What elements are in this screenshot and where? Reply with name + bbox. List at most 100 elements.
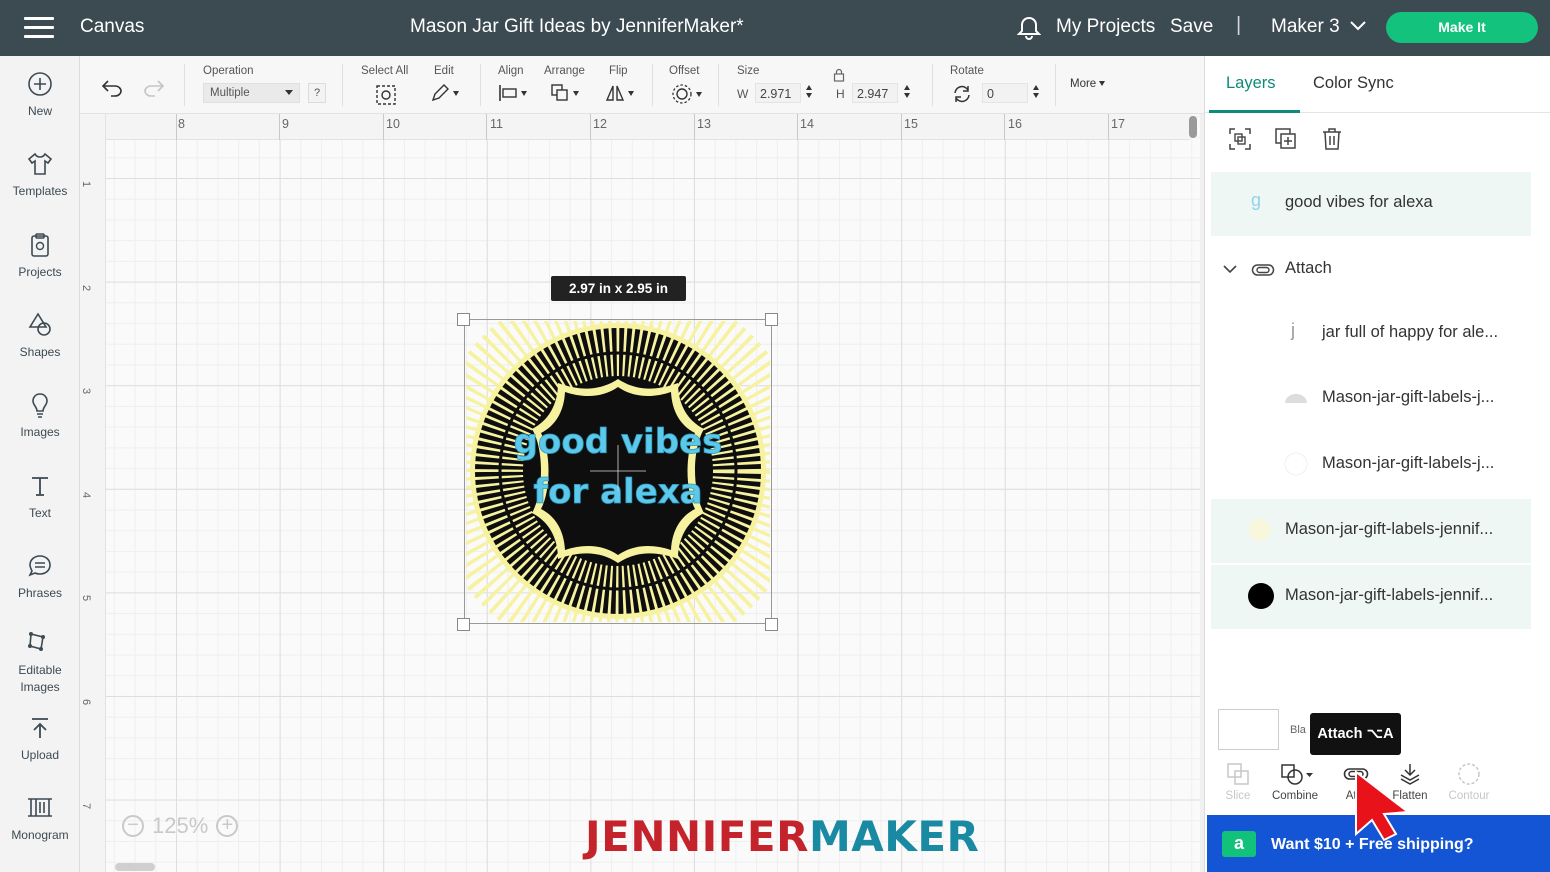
- arrange-menu[interactable]: [550, 83, 579, 103]
- brand-part-2: MAKER: [808, 812, 980, 861]
- ruler-tick: [797, 114, 798, 140]
- upload-icon: [32, 718, 48, 738]
- more-menu[interactable]: More: [1070, 78, 1106, 90]
- toolbar-divider: [932, 64, 933, 106]
- sidebar-item-upload[interactable]: Upload: [0, 714, 80, 762]
- trash-icon[interactable]: [1320, 127, 1344, 151]
- help-button[interactable]: ?: [308, 83, 326, 103]
- select-all-label: Select All: [361, 65, 409, 77]
- rotate-stepper[interactable]: [1033, 85, 1041, 101]
- speech-bubble-icon: [28, 555, 51, 577]
- sidebar-item-projects[interactable]: Projects: [0, 231, 80, 279]
- sidebar-item-phrases[interactable]: Phrases: [0, 552, 80, 600]
- toolbar-divider: [480, 64, 481, 106]
- sidebar-item-label: Images: [20, 425, 60, 439]
- sidebar-item-editable-images[interactable]: Editable Images: [0, 628, 80, 696]
- select-all-icon[interactable]: [375, 84, 397, 106]
- layer-thumbnail: [1285, 394, 1307, 403]
- lock-icon[interactable]: [833, 68, 845, 82]
- ruler-number: 10: [386, 117, 400, 131]
- sidebar-item-shapes[interactable]: Shapes: [0, 311, 80, 359]
- blank-canvas-label: Bla: [1290, 724, 1306, 736]
- contour-icon: [1458, 763, 1480, 785]
- edit-menu[interactable]: [430, 83, 459, 103]
- document-title[interactable]: Mason Jar Gift Ideas by JenniferMaker*: [410, 16, 744, 38]
- height-stepper[interactable]: [904, 85, 912, 101]
- chevron-down-icon[interactable]: [1350, 20, 1366, 32]
- zoom-out-button[interactable]: −: [122, 815, 144, 838]
- layer-item[interactable]: Mason-jar-gift-labels-jennif...: [1211, 565, 1531, 629]
- toolbar-divider: [184, 64, 185, 106]
- rotate-label: Rotate: [950, 65, 984, 77]
- layer-item[interactable]: Mason-jar-gift-labels-j...: [1211, 433, 1531, 497]
- align-label: Align: [498, 65, 524, 77]
- ruler-number: 12: [593, 117, 607, 131]
- mason-jar-label-design[interactable]: good vibes for alexa: [466, 321, 770, 622]
- ruler-number: 16: [1008, 117, 1022, 131]
- layer-item[interactable]: g good vibes for alexa: [1211, 172, 1531, 236]
- ruler-number: 7: [80, 802, 93, 810]
- sidebar-item-new[interactable]: New: [0, 70, 80, 118]
- slice-icon: [1227, 763, 1249, 785]
- sidebar-item-label: New: [27, 104, 52, 118]
- tab-layers[interactable]: Layers: [1226, 74, 1276, 93]
- toolbar-divider: [1055, 64, 1056, 106]
- duplicate-icon[interactable]: [1274, 127, 1298, 151]
- combine-button[interactable]: Combine: [1262, 762, 1328, 802]
- sidebar-item-monogram[interactable]: Monogram: [0, 794, 80, 842]
- layer-thumbnail: [1284, 452, 1308, 476]
- width-stepper[interactable]: [806, 85, 814, 101]
- layer-item[interactable]: Mason-jar-gift-labels-jennif...: [1211, 499, 1531, 563]
- tab-underline: [1209, 110, 1300, 113]
- layer-thumbnail: j: [1291, 320, 1295, 340]
- more-label: More: [1070, 78, 1097, 90]
- shirt-icon: [27, 152, 53, 175]
- ruler-tick: [279, 114, 280, 140]
- offset-menu[interactable]: [671, 83, 702, 105]
- layer-thumbnail: g: [1251, 190, 1262, 210]
- flip-menu[interactable]: [605, 83, 634, 103]
- save-button[interactable]: Save: [1170, 16, 1213, 38]
- notification-bell-icon[interactable]: [1017, 15, 1041, 41]
- menu-icon[interactable]: [24, 17, 54, 39]
- zoom-in-button[interactable]: +: [216, 815, 239, 838]
- sidebar-item-templates[interactable]: Templates: [0, 150, 80, 198]
- vertical-scrollbar[interactable]: [1189, 116, 1197, 138]
- tab-color-sync[interactable]: Color Sync: [1313, 74, 1394, 93]
- chevron-down-icon[interactable]: [1223, 264, 1237, 274]
- layer-item[interactable]: j jar full of happy for ale...: [1211, 302, 1531, 366]
- rotate-icon[interactable]: [951, 84, 973, 104]
- arrange-icon: [551, 84, 568, 101]
- ruler-number: 5: [80, 594, 93, 602]
- height-input[interactable]: 2.947: [852, 83, 898, 103]
- ruler-tick: [383, 114, 384, 140]
- layer-name: Mason-jar-gift-labels-j...: [1322, 454, 1495, 472]
- width-input[interactable]: 2.971: [755, 83, 801, 103]
- edit-label: Edit: [434, 65, 454, 77]
- combine-label: Combine: [1271, 790, 1319, 802]
- group-icon[interactable]: [1228, 127, 1252, 151]
- toolbar-divider: [342, 64, 343, 106]
- sidebar-item-label: Upload: [20, 748, 60, 762]
- operation-label: Operation: [203, 65, 254, 77]
- text-icon: [32, 477, 48, 496]
- redo-icon[interactable]: [142, 78, 166, 98]
- sidebar-item-text[interactable]: Text: [0, 472, 80, 520]
- my-projects-link[interactable]: My Projects: [1056, 16, 1155, 38]
- undo-icon[interactable]: [100, 78, 124, 98]
- layer-item[interactable]: Mason-jar-gift-labels-j...: [1211, 367, 1531, 431]
- sidebar-item-images[interactable]: Images: [0, 391, 80, 439]
- rotate-input[interactable]: 0: [982, 83, 1028, 103]
- zoom-level: 125%: [152, 813, 209, 839]
- horizontal-scrollbar[interactable]: [115, 863, 155, 871]
- make-it-button[interactable]: Make It: [1386, 12, 1538, 43]
- bulb-icon: [32, 393, 48, 418]
- blank-canvas-swatch[interactable]: [1218, 709, 1279, 750]
- align-menu[interactable]: [498, 83, 527, 103]
- layer-group-attach[interactable]: Attach: [1211, 238, 1531, 302]
- layer-name: Mason-jar-gift-labels-jennif...: [1285, 520, 1494, 538]
- operation-select[interactable]: Multiple: [203, 83, 300, 103]
- sidebar-item-label: Text: [28, 506, 51, 520]
- machine-select[interactable]: Maker 3: [1271, 16, 1340, 38]
- contour-button[interactable]: Contour: [1436, 762, 1502, 802]
